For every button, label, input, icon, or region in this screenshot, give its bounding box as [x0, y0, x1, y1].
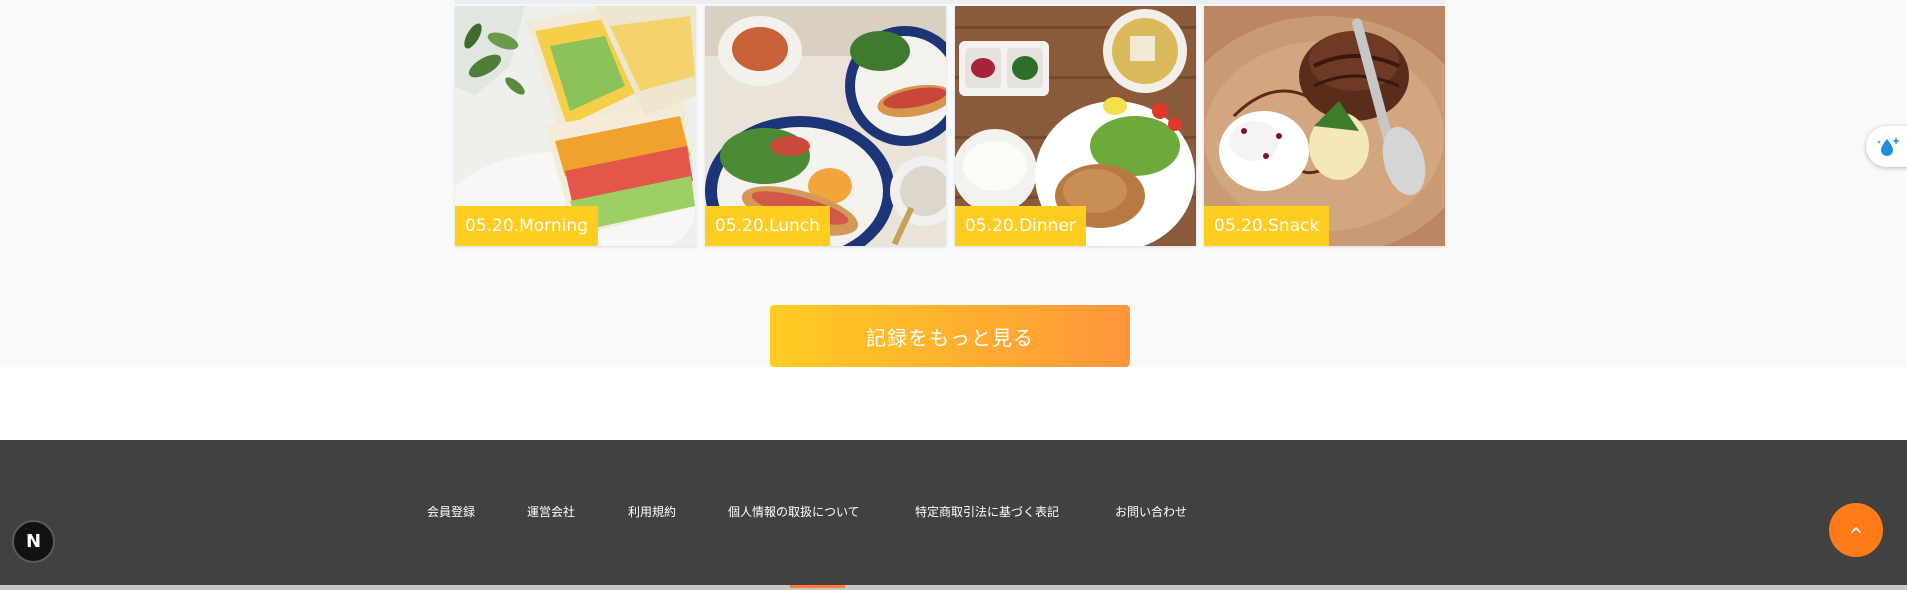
meal-card-label: 05.20.Dinner	[955, 206, 1086, 246]
footer-link-privacy[interactable]: 個人情報の取扱について	[728, 503, 860, 520]
n-badge-letter: N	[25, 531, 42, 552]
footer-link-company[interactable]: 運営会社	[527, 503, 575, 520]
meal-card-label: 05.20.Lunch	[705, 206, 830, 246]
meal-card-label: 05.20.Snack	[1204, 206, 1330, 246]
water-drop-sparkle-icon	[1877, 137, 1900, 156]
footer-link-commercial-law[interactable]: 特定商取引法に基づく表記	[915, 503, 1059, 520]
meal-card-lunch[interactable]: 05.20.Lunch	[705, 6, 946, 246]
next-section-edge	[0, 585, 1907, 590]
footer-link-signup[interactable]: 会員登録	[427, 503, 475, 520]
footer-link-terms[interactable]: 利用規約	[628, 503, 676, 520]
side-widget-button[interactable]	[1866, 126, 1907, 167]
footer-link-contact[interactable]: お問い合わせ	[1115, 503, 1187, 520]
meal-card-dinner[interactable]: 05.20.Dinner	[955, 6, 1196, 246]
meal-card-label: 05.20.Morning	[455, 206, 598, 246]
meal-card-snack[interactable]: 05.20.Snack	[1204, 6, 1445, 246]
meal-card-morning[interactable]: 05.20.Morning	[455, 6, 696, 246]
footer: 会員登録 運営会社 利用規約 個人情報の取扱について 特定商取引法に基づく表記 …	[0, 440, 1907, 585]
next-section-accent	[790, 585, 845, 588]
grid-top-divider	[455, 0, 1445, 4]
view-more-records-button[interactable]: 記録をもっと見る	[770, 305, 1130, 367]
scroll-to-top-button[interactable]	[1829, 503, 1883, 557]
records-section: 05.20.Morning 05.20.Lunch 05.20.Dinner 0…	[0, 0, 1907, 367]
n-badge-button[interactable]: N	[12, 520, 55, 563]
chevron-up-icon	[1851, 527, 1861, 533]
